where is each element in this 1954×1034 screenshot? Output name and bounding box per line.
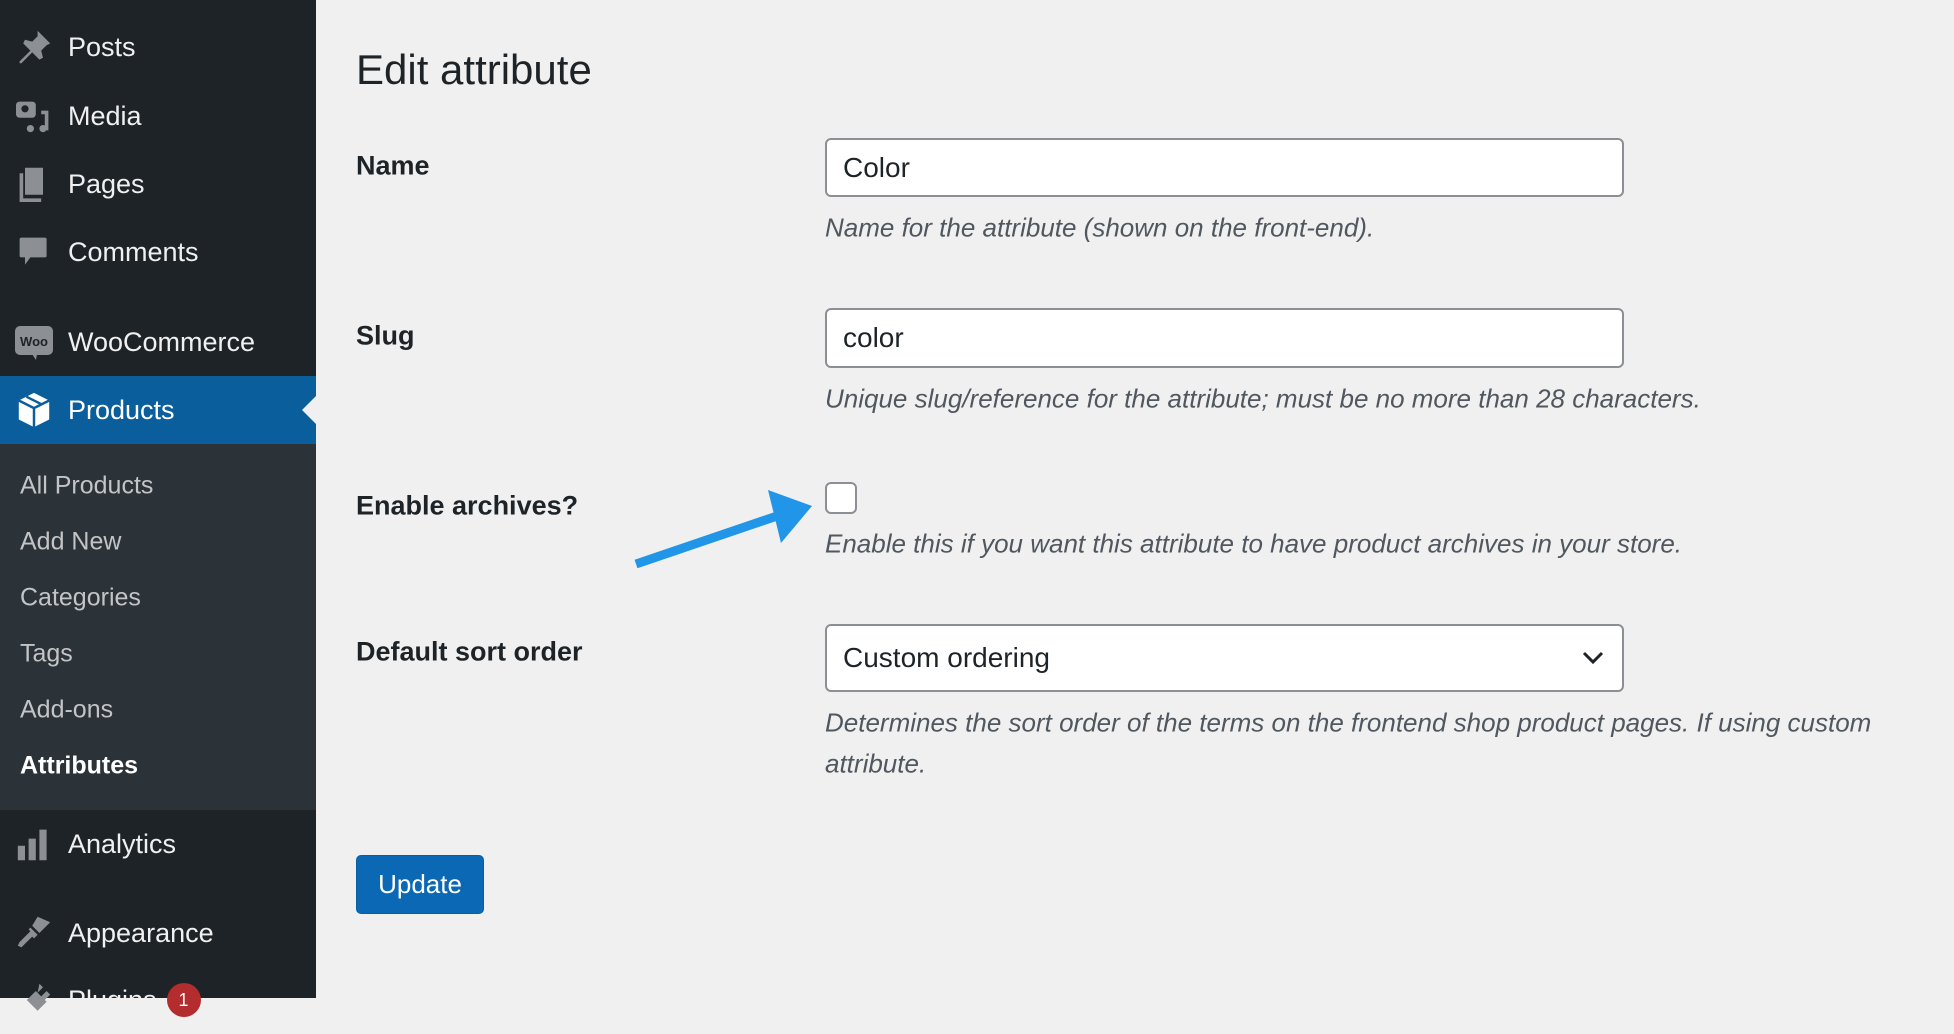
box-icon [0, 391, 68, 429]
submenu-attributes[interactable]: Attributes [20, 752, 138, 781]
sidebar-item-woocommerce[interactable]: Woo WooCommerce [0, 308, 316, 376]
slug-input[interactable]: color [825, 308, 1624, 368]
enable-archives-label: Enable archives? [356, 490, 579, 521]
sort-order-description-cont: attribute. [825, 748, 927, 779]
sort-order-select[interactable]: Custom ordering [825, 624, 1624, 692]
submenu-tags[interactable]: Tags [20, 640, 73, 669]
sidebar-item-appearance[interactable]: Appearance [0, 899, 316, 967]
sidebar-item-media[interactable]: Media [0, 82, 316, 150]
slug-label: Slug [356, 320, 415, 351]
page-title: Edit attribute [356, 46, 592, 93]
enable-archives-description: Enable this if you want this attribute t… [825, 528, 1683, 559]
sort-order-label: Default sort order [356, 636, 583, 667]
pages-icon [0, 166, 68, 202]
sidebar-item-posts[interactable]: Posts [0, 13, 316, 81]
name-description: Name for the attribute (shown on the fro… [825, 212, 1375, 243]
admin-sidebar: Posts Media Pages Comments Woo WooCommerc… [0, 0, 316, 1017]
update-count-badge: 1 [166, 983, 201, 1017]
media-icon [0, 98, 68, 134]
name-input[interactable]: Color [825, 138, 1624, 197]
sort-order-description: Determines the sort order of the terms o… [825, 707, 1872, 738]
comment-icon [0, 234, 68, 270]
annotation-arrow [634, 490, 812, 569]
woo-icon: Woo [0, 322, 68, 362]
sidebar-item-pages[interactable]: Pages [0, 150, 316, 218]
sidebar-item-plugins[interactable]: Plugins 1 [0, 966, 316, 1034]
submenu-add-new[interactable]: Add New [20, 528, 121, 557]
submenu-add-ons[interactable]: Add-ons [20, 696, 113, 725]
paintbrush-icon [0, 915, 68, 951]
name-label: Name [356, 150, 430, 181]
bar-chart-icon [0, 826, 68, 862]
submenu-all-products[interactable]: All Products [20, 472, 153, 501]
slug-description: Unique slug/reference for the attribute;… [825, 383, 1701, 414]
submenu-categories[interactable]: Categories [20, 584, 141, 613]
sidebar-item-products[interactable]: Products [0, 376, 316, 444]
svg-text:Woo: Woo [20, 334, 48, 349]
plugin-icon [0, 982, 68, 1018]
sidebar-item-comments[interactable]: Comments [0, 218, 316, 286]
sidebar-item-analytics[interactable]: Analytics [0, 810, 316, 878]
pushpin-icon [0, 29, 68, 65]
chevron-down-icon [1582, 651, 1604, 665]
update-button[interactable]: Update [356, 855, 484, 914]
